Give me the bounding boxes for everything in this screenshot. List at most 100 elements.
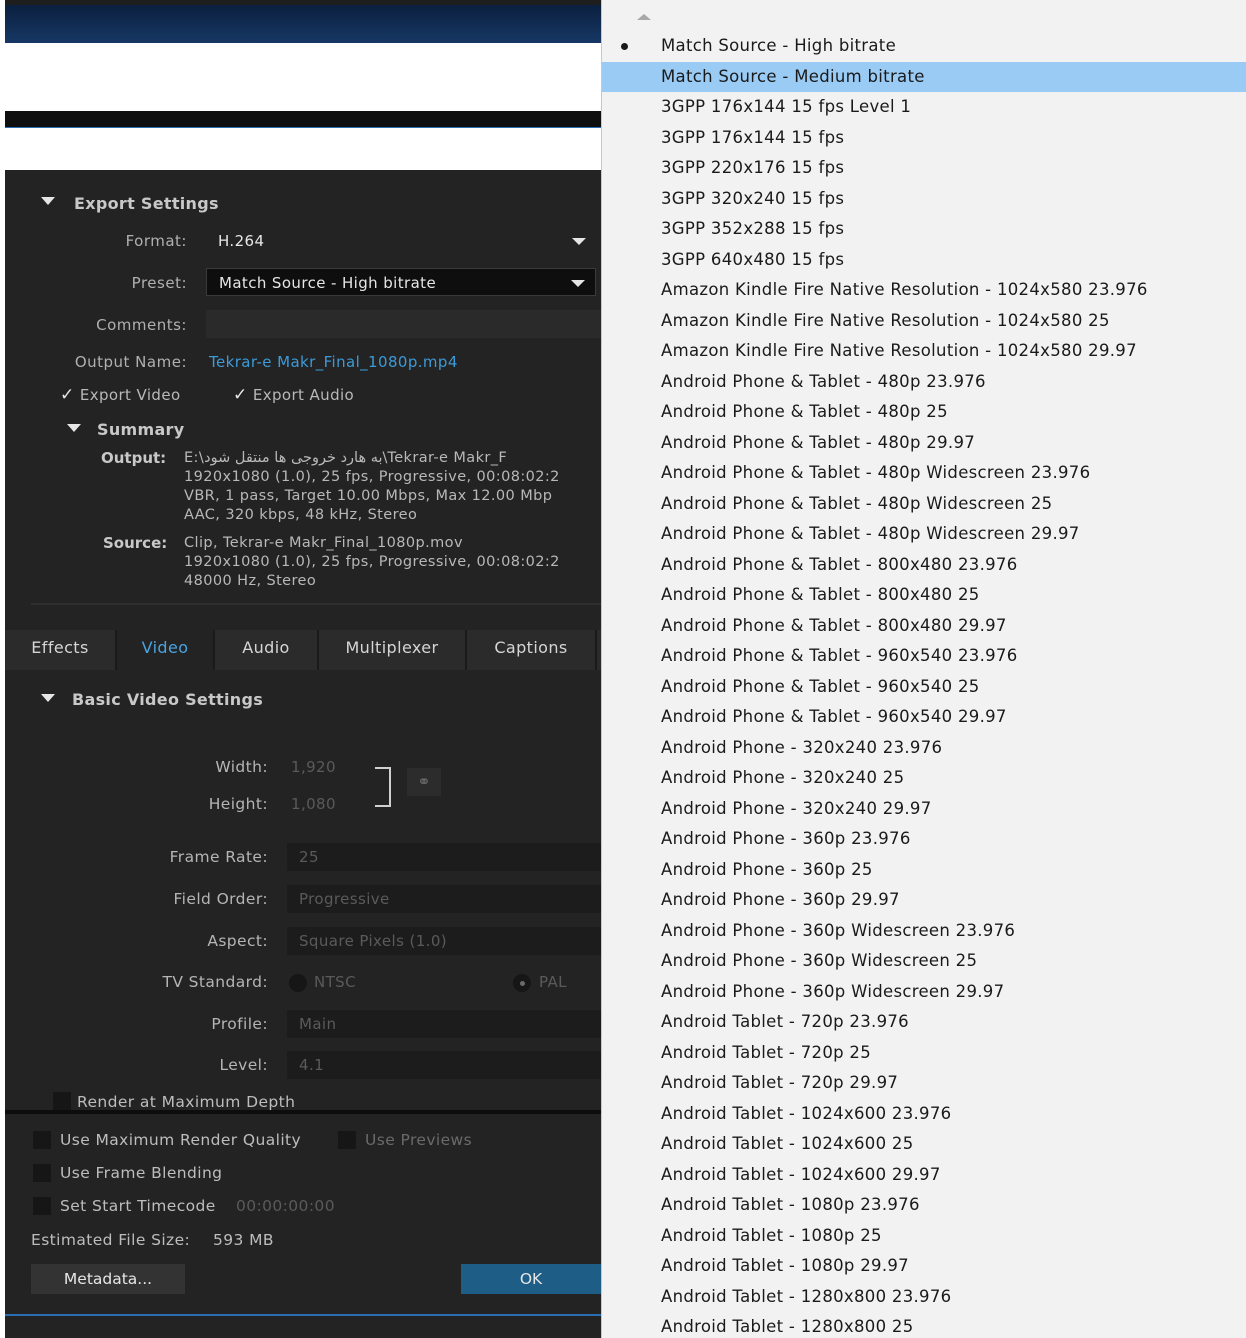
format-dropdown[interactable]: H.264 (206, 227, 596, 255)
preset-option[interactable]: Android Phone - 360p Widescreen 29.97 (602, 977, 1246, 1007)
preset-option[interactable]: Android Phone - 360p 25 (602, 855, 1246, 885)
metadata-button[interactable]: Metadata... (31, 1264, 185, 1294)
summary-output-line1: E:\به هارد خروجی ها منتقل شود\Tekrar-e M… (184, 450, 508, 466)
tab-video[interactable]: Video (117, 630, 215, 670)
bottom-options-panel: Use Maximum Render Quality Use Previews … (5, 1110, 601, 1338)
preset-option-label: Android Phone - 320x240 25 (661, 768, 905, 787)
preset-option[interactable]: Amazon Kindle Fire Native Resolution - 1… (602, 336, 1246, 366)
export-video-label: Export Video (79, 386, 181, 404)
preset-option[interactable]: Amazon Kindle Fire Native Resolution - 1… (602, 306, 1246, 336)
profile-field[interactable]: Main (287, 1010, 601, 1038)
field-order-label: Field Order: (173, 890, 268, 908)
preset-option[interactable]: Android Phone - 360p Widescreen 23.976 (602, 916, 1246, 946)
height-value[interactable]: 1,080 (291, 795, 336, 813)
preset-option[interactable]: Android Phone & Tablet - 960x540 23.976 (602, 641, 1246, 671)
frame-blending-label: Use Frame Blending (60, 1164, 223, 1182)
preset-option[interactable]: Android Phone & Tablet - 480p 23.976 (602, 367, 1246, 397)
preset-option[interactable]: Android Phone & Tablet - 480p 25 (602, 397, 1246, 427)
preset-option-label: Android Tablet - 720p 29.97 (661, 1073, 899, 1092)
aspect-field[interactable]: Square Pixels (1.0) (287, 927, 601, 955)
output-name-label: Output Name: (74, 353, 187, 371)
preset-option[interactable]: Android Phone & Tablet - 800x480 25 (602, 580, 1246, 610)
max-render-quality-label: Use Maximum Render Quality (60, 1131, 302, 1149)
preset-option[interactable]: Android Tablet - 720p 29.97 (602, 1068, 1246, 1098)
output-name-link[interactable]: Tekrar-e Makr_Final_1080p.mp4 (209, 353, 458, 371)
ok-button[interactable]: OK (461, 1264, 601, 1294)
render-max-depth-label: Render at Maximum Depth (77, 1093, 296, 1111)
panel-divider (31, 603, 601, 605)
preset-option[interactable]: Android Tablet - 720p 23.976 (602, 1007, 1246, 1037)
preset-option[interactable]: Android Phone & Tablet - 480p Widescreen… (602, 458, 1246, 488)
divider-strip (5, 111, 601, 129)
tab-captions[interactable]: Captions (467, 630, 597, 670)
preset-option-label: Android Tablet - 1024x600 29.97 (661, 1164, 941, 1184)
pal-radio[interactable] (513, 974, 531, 992)
preset-option[interactable]: Match Source - Medium bitrate (602, 61, 1246, 92)
summary-output-line2: 1920x1080 (1.0), 25 fps, Progressive, 00… (184, 469, 560, 485)
preset-option-label: Android Phone & Tablet - 480p 25 (661, 402, 948, 421)
preset-option[interactable]: 3GPP 220x176 15 fps (602, 153, 1246, 183)
preset-option[interactable]: Android Tablet - 720p 25 (602, 1038, 1246, 1068)
preset-option[interactable]: Match Source - High bitrate (602, 31, 1246, 61)
comments-input[interactable] (206, 310, 601, 338)
preset-option-label: Android Phone - 360p 25 (661, 859, 873, 879)
preset-option[interactable]: Android Phone & Tablet - 480p 29.97 (602, 428, 1246, 458)
preset-option[interactable]: Android Phone - 360p 29.97 (602, 885, 1246, 915)
export-audio-checkbox[interactable]: ✓ Export Audio (233, 385, 354, 405)
tab-effects[interactable]: Effects (5, 630, 117, 670)
preset-option[interactable]: 3GPP 320x240 15 fps (602, 184, 1246, 214)
field-order-field[interactable]: Progressive (287, 885, 601, 913)
preset-option[interactable]: 3GPP 176x144 15 fps Level 1 (602, 92, 1246, 122)
collapse-triangle-icon[interactable] (41, 694, 55, 702)
start-timecode-value[interactable]: 00:00:00:00 (236, 1197, 335, 1215)
preset-option[interactable]: Android Phone & Tablet - 800x480 29.97 (602, 611, 1246, 641)
export-video-checkbox[interactable]: ✓ Export Video (60, 385, 181, 405)
use-previews-checkbox[interactable] (338, 1131, 356, 1149)
preset-option[interactable]: Android Tablet - 1024x600 23.976 (602, 1099, 1246, 1129)
preset-option[interactable]: Android Phone & Tablet - 480p Widescreen… (602, 489, 1246, 519)
preset-option[interactable]: Android Phone - 360p 23.976 (602, 824, 1246, 854)
render-max-depth-checkbox[interactable] (53, 1092, 71, 1110)
preset-option[interactable]: Android Tablet - 1080p 23.976 (602, 1190, 1246, 1220)
preset-option[interactable]: Android Phone & Tablet - 480p Widescreen… (602, 519, 1246, 549)
tv-standard-label: TV Standard: (162, 973, 268, 991)
preset-option[interactable]: Android Tablet - 1080p 25 (602, 1221, 1246, 1251)
collapse-triangle-icon[interactable] (41, 197, 55, 205)
chevron-down-icon (571, 280, 585, 287)
ntsc-radio[interactable] (289, 974, 307, 992)
tab-multiplexer[interactable]: Multiplexer (319, 630, 467, 670)
chain-link-icon[interactable]: ⚭ (407, 768, 441, 796)
scroll-up-icon[interactable] (637, 14, 651, 20)
preset-option[interactable]: Amazon Kindle Fire Native Resolution - 1… (602, 275, 1246, 305)
checkmark-icon: ✓ (60, 385, 75, 405)
preset-option-label: 3GPP 640x480 15 fps (661, 249, 845, 269)
preset-option[interactable]: Android Phone & Tablet - 800x480 23.976 (602, 550, 1246, 580)
preset-dropdown[interactable]: Match Source - High bitrate (206, 268, 596, 296)
preset-option[interactable]: Android Tablet - 1024x600 25 (602, 1129, 1246, 1159)
preset-option[interactable]: Android Tablet - 1280x800 25 (602, 1312, 1246, 1338)
chevron-down-icon (572, 238, 586, 245)
preset-option[interactable]: Android Phone - 320x240 29.97 (602, 794, 1246, 824)
summary-collapse-icon[interactable] (67, 424, 81, 432)
preset-option[interactable]: Android Phone & Tablet - 960x540 29.97 (602, 702, 1246, 732)
preset-option[interactable]: Android Tablet - 1280x800 23.976 (602, 1282, 1246, 1312)
preset-option-label: Android Phone & Tablet - 960x540 29.97 (661, 707, 1007, 726)
frame-blending-checkbox[interactable] (33, 1164, 51, 1182)
max-render-quality-checkbox[interactable] (33, 1131, 51, 1149)
preset-option[interactable]: Android Tablet - 1080p 29.97 (602, 1251, 1246, 1281)
preset-option-label: Android Tablet - 1080p 29.97 (661, 1256, 909, 1275)
tab-audio[interactable]: Audio (215, 630, 319, 670)
preset-option[interactable]: 3GPP 640x480 15 fps (602, 245, 1246, 275)
preset-option[interactable]: Android Phone & Tablet - 960x540 25 (602, 672, 1246, 702)
start-timecode-checkbox[interactable] (33, 1197, 51, 1215)
preset-option[interactable]: 3GPP 352x288 15 fps (602, 214, 1246, 244)
preset-option[interactable]: Android Phone - 360p Widescreen 25 (602, 946, 1246, 976)
preset-option[interactable]: Android Phone - 320x240 23.976 (602, 733, 1246, 763)
preset-option[interactable]: Android Phone - 320x240 25 (602, 763, 1246, 793)
preset-option[interactable]: 3GPP 176x144 15 fps (602, 123, 1246, 153)
level-field[interactable]: 4.1 (287, 1051, 601, 1079)
frame-rate-field[interactable]: 25 (287, 843, 601, 871)
preset-option[interactable]: Android Tablet - 1024x600 29.97 (602, 1160, 1246, 1190)
width-value[interactable]: 1,920 (291, 758, 336, 776)
preset-option-label: Amazon Kindle Fire Native Resolution - 1… (661, 341, 1137, 360)
